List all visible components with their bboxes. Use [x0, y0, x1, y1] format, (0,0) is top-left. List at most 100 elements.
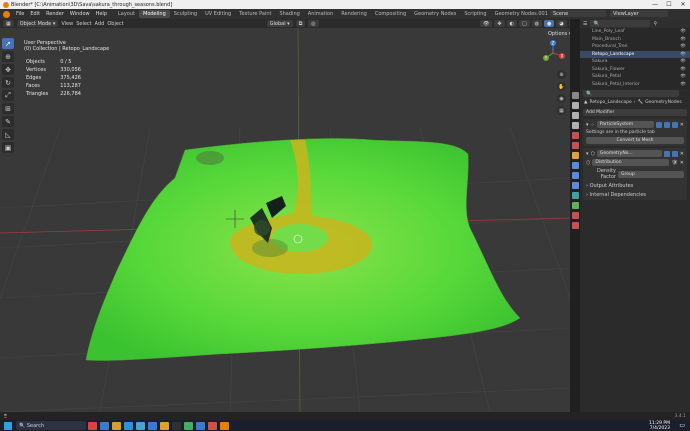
- viewport-menu-add[interactable]: Add: [95, 21, 105, 27]
- transform-orientation-selector[interactable]: Global ▾: [266, 20, 293, 27]
- modifier-tab-icon[interactable]: [571, 162, 579, 169]
- tab-uv-editing[interactable]: UV Editing: [201, 10, 235, 18]
- render-toggle-icon[interactable]: [671, 121, 678, 128]
- eye-icon[interactable]: 👁: [680, 67, 686, 72]
- taskbar-app-icon[interactable]: [171, 421, 181, 430]
- view-layer-selector[interactable]: ViewLayer: [610, 10, 668, 17]
- outliner-row-selected[interactable]: Retopo_Landscape 👁: [580, 50, 690, 58]
- outliner-row[interactable]: Line_Poly_Leaf 👁: [580, 28, 690, 36]
- clock[interactable]: 11:29 PM 7/4/2023: [649, 421, 670, 431]
- taskbar-app-icon[interactable]: [135, 421, 145, 430]
- texture-tab-icon[interactable]: [571, 222, 579, 229]
- add-cube-icon[interactable]: ▣: [2, 142, 14, 153]
- file-explorer-icon[interactable]: [111, 421, 121, 430]
- modifier-name-field[interactable]: ParticleSystem: [596, 121, 654, 128]
- outliner-row[interactable]: Sakura_Petal 👁: [580, 73, 690, 81]
- edit-mode-toggle-icon[interactable]: [655, 121, 662, 128]
- close-icon[interactable]: ✕: [680, 151, 684, 157]
- add-modifier-button[interactable]: Add Modifier: [583, 109, 687, 116]
- outliner-search-input[interactable]: 🔍: [590, 20, 651, 27]
- properties-search-input[interactable]: 🔍: [583, 90, 679, 97]
- taskbar-app-icon[interactable]: [207, 421, 217, 430]
- shading-solid-button[interactable]: ●: [544, 20, 555, 27]
- eye-icon[interactable]: 👁: [680, 59, 686, 64]
- windows-start-icon[interactable]: [4, 421, 12, 430]
- convert-to-mesh-button[interactable]: Convert to Mesh: [586, 137, 684, 144]
- tab-compositing[interactable]: Compositing: [371, 10, 410, 18]
- viewport-menu-object[interactable]: Object: [107, 21, 123, 27]
- navigation-gizmo[interactable]: Z X Y: [540, 40, 566, 66]
- eye-icon[interactable]: 👁: [680, 52, 686, 57]
- chrome-browser-icon[interactable]: [159, 421, 169, 430]
- close-icon[interactable]: ✕: [680, 160, 684, 166]
- visibility-toggle[interactable]: 👁: [480, 20, 493, 27]
- viewport-menu-select[interactable]: Select: [76, 21, 91, 27]
- physics-tab-icon[interactable]: [571, 182, 579, 189]
- maximize-button[interactable]: ☐: [662, 0, 676, 9]
- close-button[interactable]: ✕: [676, 0, 690, 9]
- density-group-field[interactable]: Group: [618, 170, 684, 178]
- tab-layout[interactable]: Layout: [114, 10, 139, 18]
- taskbar-app-icon[interactable]: [195, 421, 205, 430]
- expand-chevron-icon[interactable]: ▾: [586, 122, 589, 128]
- object-tab-icon[interactable]: [571, 152, 579, 159]
- outliner-row[interactable]: Sakura_Petal_Interior 👁: [580, 81, 690, 89]
- tab-rendering[interactable]: Rendering: [337, 10, 371, 18]
- annotate-icon[interactable]: ✎: [2, 116, 14, 127]
- viewport-menu-view[interactable]: View: [61, 21, 73, 27]
- mode-selector[interactable]: Object Mode ▾: [16, 20, 59, 27]
- render-toggle-icon[interactable]: [671, 150, 678, 157]
- menu-render[interactable]: Render: [43, 11, 67, 17]
- measure-icon[interactable]: ◺: [2, 129, 14, 140]
- menu-edit[interactable]: Edit: [27, 11, 43, 17]
- taskbar-app-icon[interactable]: [87, 421, 97, 430]
- orthographic-toggle-icon[interactable]: ▦: [557, 106, 566, 115]
- overlay-toggle[interactable]: ◐: [506, 20, 517, 27]
- tab-animation[interactable]: Animation: [304, 10, 338, 18]
- scale-icon[interactable]: ⤢: [2, 90, 14, 101]
- eye-icon[interactable]: 👁: [680, 29, 686, 34]
- viewport-toggle-icon[interactable]: [663, 121, 670, 128]
- minimize-button[interactable]: —: [648, 0, 662, 9]
- subpanel-internal-dependencies[interactable]: › Internal Dependencies: [586, 192, 684, 198]
- close-icon[interactable]: ✕: [680, 122, 684, 128]
- eye-icon[interactable]: 👁: [680, 74, 686, 79]
- snap-toggle[interactable]: ⧉: [295, 20, 306, 27]
- node-group-selector[interactable]: Distribution: [592, 159, 670, 166]
- menu-file[interactable]: File: [13, 11, 27, 17]
- tool-tab-icon[interactable]: [571, 92, 579, 99]
- pan-hand-icon[interactable]: ✋: [557, 82, 566, 91]
- view-layer-tab-icon[interactable]: [571, 122, 579, 129]
- proportional-edit-toggle[interactable]: ◎: [308, 20, 319, 27]
- filter-icon[interactable]: ⚲: [653, 21, 657, 27]
- xray-toggle[interactable]: ▢: [518, 20, 530, 27]
- tab-geometry-nodes-001[interactable]: Geometry Nodes.001: [491, 10, 552, 18]
- tab-texture-paint[interactable]: Texture Paint: [235, 10, 275, 18]
- tab-shading[interactable]: Shading: [275, 10, 303, 18]
- tab-sculpting[interactable]: Sculpting: [170, 10, 201, 18]
- notifications-icon[interactable]: ▭: [679, 422, 685, 429]
- scene-selector[interactable]: Scene: [550, 10, 606, 17]
- blender-menu-icon[interactable]: [3, 10, 10, 18]
- data-tab-icon[interactable]: [571, 202, 579, 209]
- shading-material-button[interactable]: ◕: [556, 20, 567, 27]
- viewport-toggle-icon[interactable]: [663, 150, 670, 157]
- menu-window[interactable]: Window: [67, 11, 93, 17]
- move-icon[interactable]: ✥: [2, 64, 14, 75]
- select-box-icon[interactable]: ➚: [2, 38, 14, 49]
- eye-icon[interactable]: 👁: [680, 37, 686, 42]
- cursor-icon[interactable]: ⊕: [2, 51, 14, 62]
- transform-icon[interactable]: ⊞: [2, 103, 14, 114]
- subpanel-output-attributes[interactable]: › Output Attributes: [586, 183, 684, 189]
- taskbar-search-input[interactable]: 🔍 Search: [16, 421, 86, 430]
- editor-type-button[interactable]: ▦: [3, 20, 14, 27]
- particles-tab-icon[interactable]: [571, 172, 579, 179]
- scene-tab-icon[interactable]: [571, 132, 579, 139]
- tab-modeling[interactable]: Modeling: [139, 10, 170, 18]
- taskbar-app-icon[interactable]: [99, 421, 109, 430]
- camera-view-icon[interactable]: ◉: [557, 94, 566, 103]
- rotate-icon[interactable]: ↻: [2, 77, 14, 88]
- tab-geometry-nodes[interactable]: Geometry Nodes: [410, 10, 460, 18]
- world-tab-icon[interactable]: [571, 142, 579, 149]
- expand-chevron-icon[interactable]: ▾: [586, 151, 589, 157]
